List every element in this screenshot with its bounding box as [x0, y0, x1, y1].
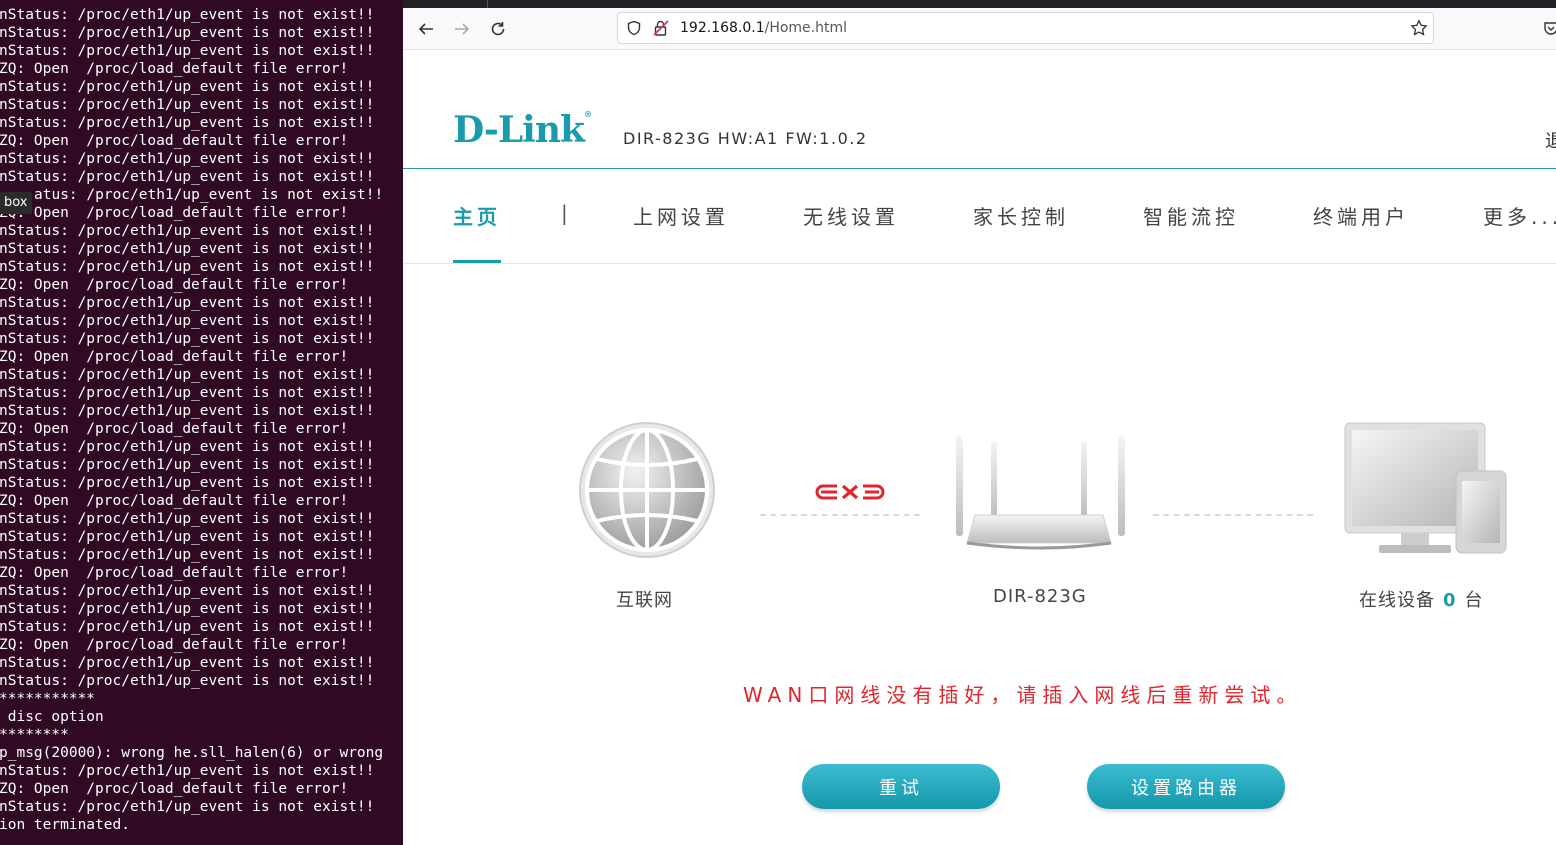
bookmark-star-icon[interactable] [1410, 19, 1428, 37]
terminal-line: nStatus: /proc/eth1/up_event is not exis… [0, 115, 375, 131]
browser-window: 192.168.0.1/Home.html D-Link® DIR-823G H… [403, 0, 1556, 845]
globe-icon [579, 422, 715, 558]
terminal-line: *********** [0, 691, 96, 707]
model-info: DIR-823G HW:A1 FW:1.0.2 [623, 129, 868, 148]
terminal-line: nStatus: /proc/eth1/up_event is not exis… [0, 223, 375, 239]
terminal-line: ZQ: Open /proc/load_default file error! [0, 349, 349, 365]
online-devices-label[interactable]: 在线设备 0 台 [1359, 586, 1484, 612]
device-link-line [1153, 514, 1313, 516]
menu-item-more[interactable]: 更多... [1483, 201, 1556, 230]
terminal-line: atus: /proc/eth1/up_event is not exist!! [34, 187, 384, 203]
menu-item-internet-settings[interactable]: 上网设置 [633, 201, 729, 230]
insecure-lock-icon[interactable] [652, 19, 670, 37]
shield-icon[interactable] [626, 20, 642, 36]
menu-item-clients[interactable]: 终端用户 [1313, 201, 1409, 230]
terminal-line: disc option [0, 709, 104, 725]
terminal-line: nStatus: /proc/eth1/up_event is not exis… [0, 547, 375, 563]
terminal-line: nStatus: /proc/eth1/up_event is not exis… [0, 511, 375, 527]
terminal-line: nStatus: /proc/eth1/up_event is not exis… [0, 385, 375, 401]
terminal-line: nStatus: /proc/eth1/up_event is not exis… [0, 259, 375, 275]
terminal-line: nStatus: /proc/eth1/up_event is not exis… [0, 583, 375, 599]
terminal-line: nStatus: /proc/eth1/up_event is not exis… [0, 295, 375, 311]
terminal-line: ZQ: Open /proc/load_default file error! [0, 421, 349, 437]
setup-router-button[interactable]: 设置路由器 [1087, 764, 1285, 809]
router-label: DIR-823G [993, 586, 1087, 607]
dlink-logo: D-Link® [453, 109, 592, 151]
terminal-line: nStatus: /proc/eth1/up_event is not exis… [0, 43, 375, 59]
retry-button[interactable]: 重试 [802, 764, 1000, 809]
terminal-line: ZQ: Open /proc/load_default file error! [0, 205, 349, 221]
terminal-line: nStatus: /proc/eth1/up_event is not exis… [0, 673, 375, 689]
disconnected-icon [815, 484, 885, 500]
back-button[interactable] [411, 14, 441, 44]
terminal-line: nStatus: /proc/eth1/up_event is not exis… [0, 331, 375, 347]
exit-link[interactable]: 退 [1545, 127, 1556, 153]
main-menu: 主页 | 上网设置 无线设置 家长控制 智能流控 终端用户 更多... [403, 201, 1556, 233]
menu-divider [403, 263, 1556, 264]
terminal-line: nStatus: /proc/eth1/up_event is not exis… [0, 79, 375, 95]
terminal-line: nStatus: /proc/eth1/up_event is not exis… [0, 7, 375, 23]
terminal-line: nStatus: /proc/eth1/up_event is not exis… [0, 367, 375, 383]
tooltip: box [0, 192, 32, 214]
terminal-line: ion terminated. [0, 817, 130, 833]
terminal-line: nStatus: /proc/eth1/up_event is not exis… [0, 619, 375, 635]
terminal-line: nStatus: /proc/eth1/up_event is not exis… [0, 475, 375, 491]
internet-link-line [760, 514, 920, 516]
terminal-line: nStatus: /proc/eth1/up_event is not exis… [0, 763, 375, 779]
terminal-line: nStatus: /proc/eth1/up_event is not exis… [0, 97, 375, 113]
terminal-line: nStatus: /proc/eth1/up_event is not exis… [0, 169, 375, 185]
terminal-line: ZQ: Open /proc/load_default file error! [0, 781, 349, 797]
terminal-window[interactable]: nStatus: /proc/eth1/up_event is not exis… [0, 0, 403, 845]
devices-icon [1344, 422, 1507, 554]
terminal-line: nStatus: /proc/eth1/up_event is not exis… [0, 439, 375, 455]
reload-button[interactable] [483, 14, 513, 44]
menu-item-parental-control[interactable]: 家长控制 [973, 201, 1069, 230]
menu-item-home[interactable]: 主页 [453, 201, 501, 230]
terminal-line: ZQ: Open /proc/load_default file error! [0, 61, 349, 77]
terminal-line: ZQ: Open /proc/load_default file error! [0, 493, 349, 509]
terminal-line: nStatus: /proc/eth1/up_event is not exis… [0, 403, 375, 419]
terminal-line: ZQ: Open /proc/load_default file error! [0, 637, 349, 653]
menu-separator: | [561, 201, 568, 225]
terminal-line: nStatus: /proc/eth1/up_event is not exis… [0, 529, 375, 545]
url-host: 192.168.0.1 [680, 20, 765, 36]
menu-item-wireless-settings[interactable]: 无线设置 [803, 201, 899, 230]
terminal-line: nStatus: /proc/eth1/up_event is not exis… [0, 313, 375, 329]
pocket-icon[interactable] [1543, 20, 1556, 36]
forward-arrow-icon [455, 23, 470, 35]
terminal-line: nStatus: /proc/eth1/up_event is not exis… [0, 151, 375, 167]
online-devices-count: 0 [1443, 590, 1457, 611]
terminal-line: ZQ: Open /proc/load_default file error! [0, 565, 349, 581]
router-home-page: D-Link® DIR-823G HW:A1 FW:1.0.2 退 主页 | 上… [403, 51, 1556, 845]
back-arrow-icon [418, 23, 433, 35]
terminal-line: nStatus: /proc/eth1/up_event is not exis… [0, 799, 375, 815]
navigation-toolbar: 192.168.0.1/Home.html [403, 8, 1556, 50]
url-bar[interactable]: 192.168.0.1/Home.html [617, 12, 1434, 44]
url-text[interactable]: 192.168.0.1/Home.html [680, 20, 847, 36]
terminal-line: p_msg(20000): wrong he.sll_halen(6) or w… [0, 745, 384, 761]
wan-error-message: WAN口网线没有插好，请插入网线后重新尝试。 [743, 683, 1303, 707]
tab-strip [403, 0, 1556, 8]
terminal-line: ******** [0, 727, 69, 743]
internet-label: 互联网 [616, 590, 673, 611]
terminal-line: ZQ: Open /proc/load_default file error! [0, 277, 349, 293]
terminal-line: nStatus: /proc/eth1/up_event is not exis… [0, 457, 375, 473]
terminal-line: nStatus: /proc/eth1/up_event is not exis… [0, 655, 375, 671]
header-divider [403, 168, 1556, 169]
url-path: /Home.html [764, 20, 848, 36]
terminal-line: nStatus: /proc/eth1/up_event is not exis… [0, 241, 375, 257]
terminal-line: nStatus: /proc/eth1/up_event is not exis… [0, 25, 375, 41]
menu-item-smart-qos[interactable]: 智能流控 [1143, 201, 1239, 230]
reload-icon [491, 22, 505, 36]
forward-button[interactable] [447, 14, 477, 44]
online-devices-suffix: 台 [1464, 590, 1484, 611]
terminal-line: ZQ: Open /proc/load_default file error! [0, 133, 349, 149]
router-icon [956, 436, 1125, 550]
online-devices-prefix: 在线设备 [1359, 590, 1435, 611]
terminal-line: nStatus: /proc/eth1/up_event is not exis… [0, 601, 375, 617]
